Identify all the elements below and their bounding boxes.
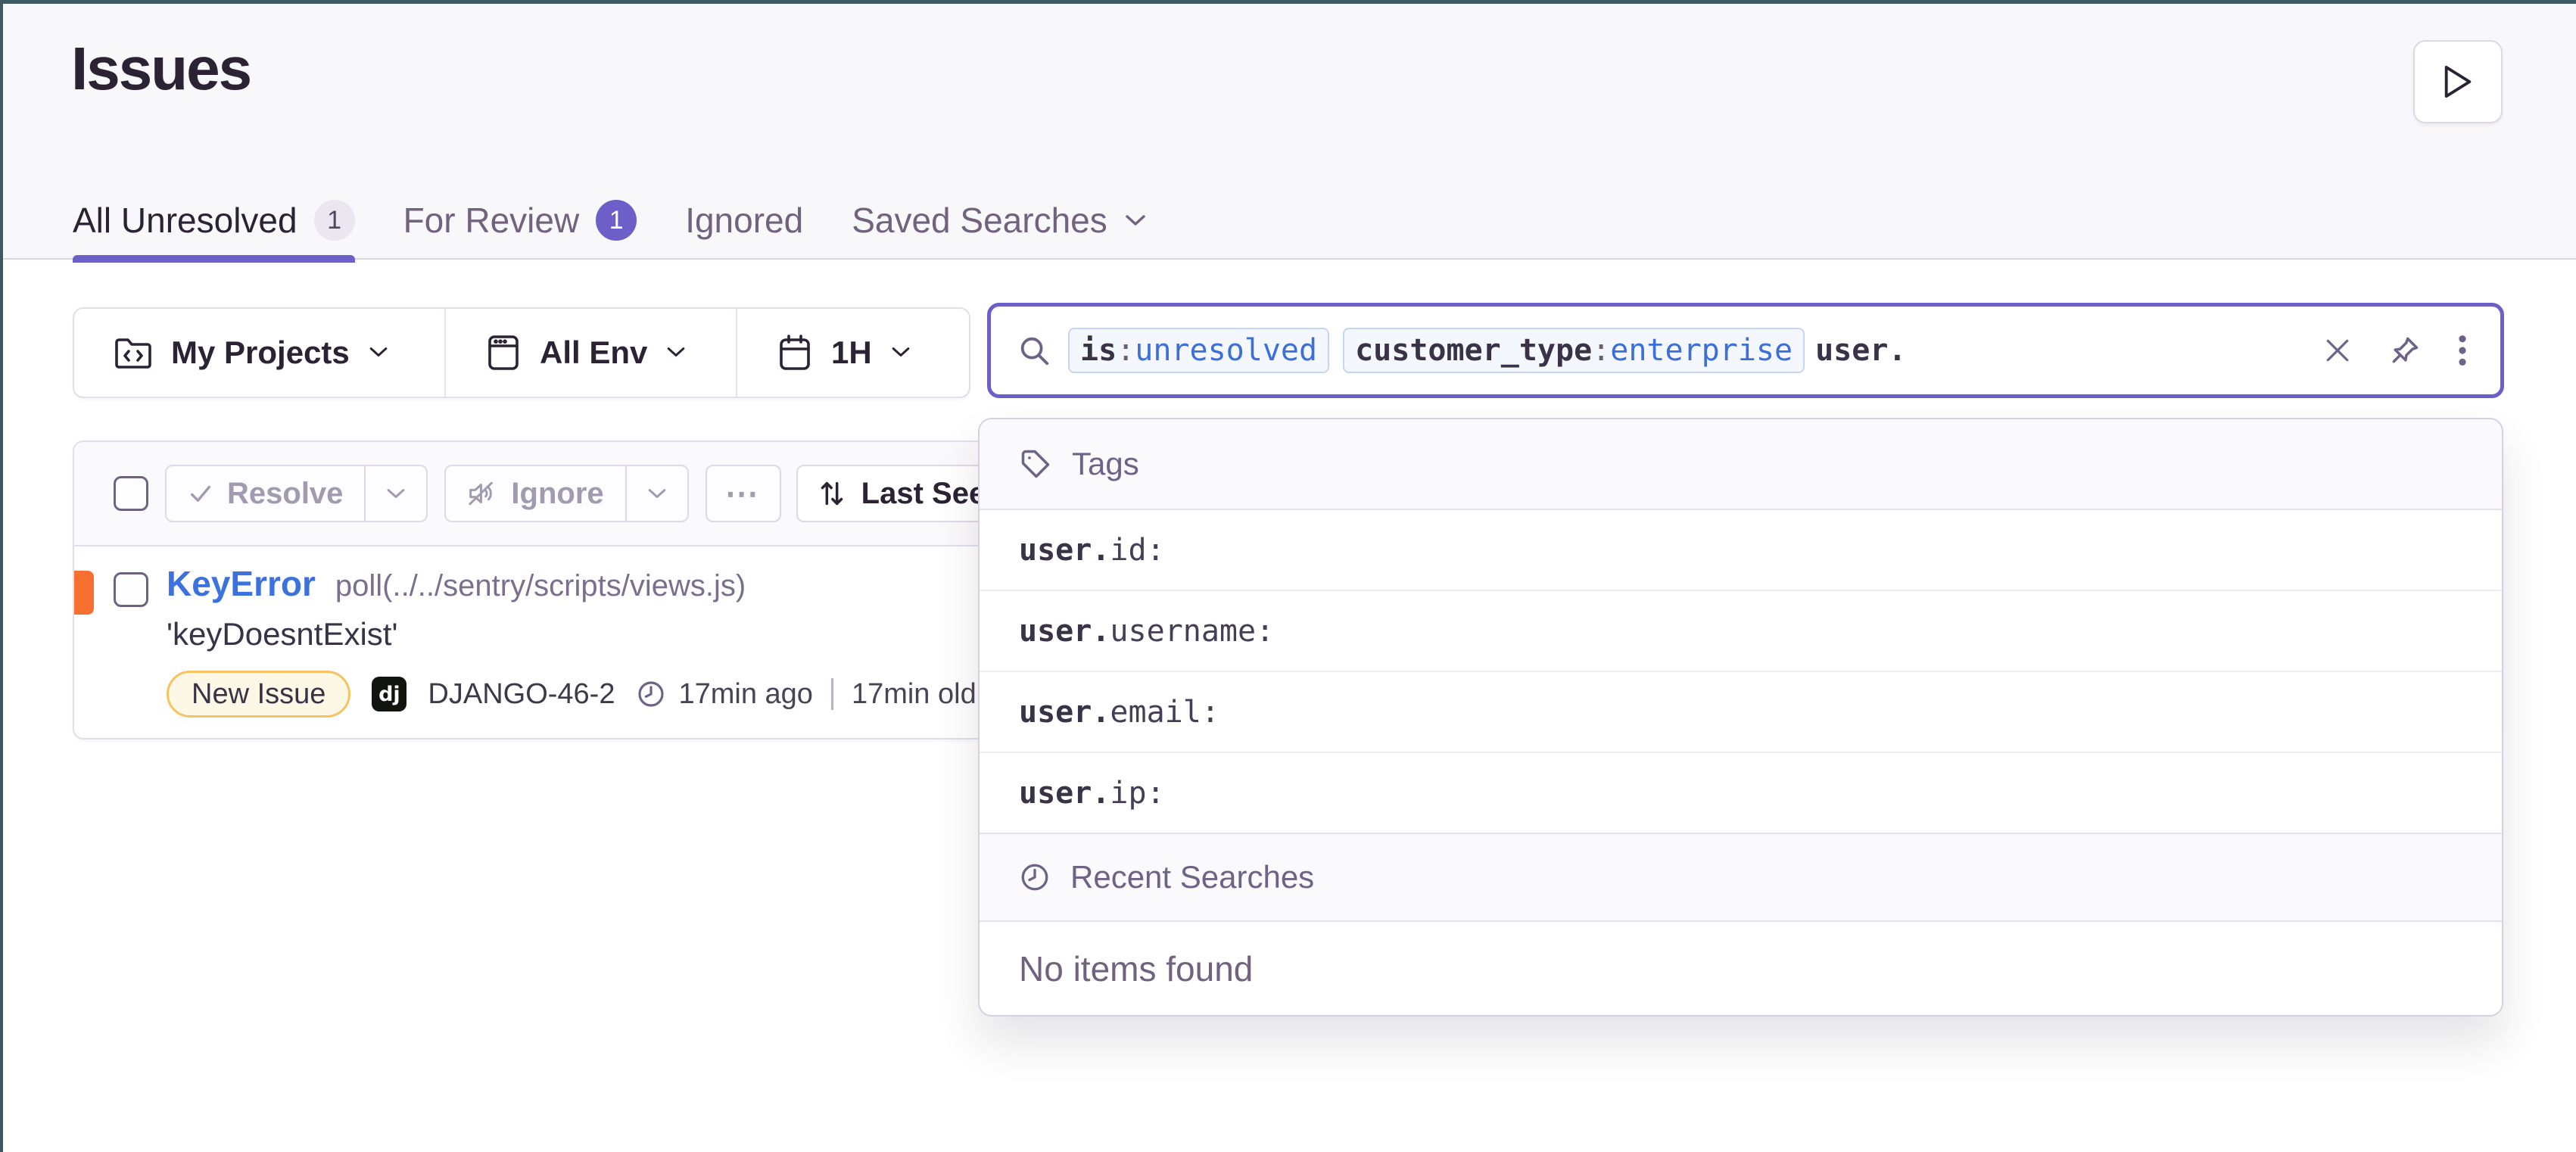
recent-searches-title: Recent Searches <box>1070 859 1314 895</box>
no-items-found: No items found <box>980 922 2502 1015</box>
tab-label: Ignored <box>685 200 803 241</box>
kebab-menu-icon[interactable] <box>2458 333 2467 368</box>
search-actions <box>2323 333 2467 368</box>
suggestion-user-username[interactable]: user.username: <box>980 591 2502 672</box>
token-key: is <box>1080 333 1117 368</box>
search-typed-text[interactable]: user. <box>1815 333 1906 368</box>
pin-search-icon[interactable] <box>2388 334 2422 367</box>
mute-icon <box>467 480 497 507</box>
tab-for-review[interactable]: For Review 1 <box>403 178 637 263</box>
chevron-down-icon <box>890 345 913 360</box>
search-token-list: is:unresolved customer_type:enterprise <box>1068 328 1805 373</box>
suggestion-rest: email: <box>1110 695 1219 730</box>
suggestion-user-id[interactable]: user.id: <box>980 510 2502 591</box>
tab-saved-searches[interactable]: Saved Searches <box>852 178 1147 263</box>
play-icon <box>2441 63 2475 101</box>
search-icon <box>1017 333 1051 368</box>
issue-message: 'keyDoesntExist' <box>167 616 977 652</box>
window-edge-left <box>0 0 3 1152</box>
resolve-button[interactable]: Resolve <box>165 465 366 522</box>
ignore-button-group: Ignore <box>444 465 688 522</box>
calendar-icon <box>777 333 813 372</box>
sort-arrows-icon <box>818 478 846 509</box>
token-key: customer_type <box>1355 333 1592 368</box>
clock-icon <box>636 679 666 709</box>
resolve-button-group: Resolve <box>165 465 428 522</box>
resolve-dropdown-button[interactable] <box>366 465 428 522</box>
page-filter-bar: My Projects All Env <box>73 307 970 398</box>
token-separator: : <box>1592 333 1610 368</box>
page-header: Issues All Unresolved 1 For Review 1 Ign… <box>0 4 2576 260</box>
new-issue-badge: New Issue <box>167 671 350 718</box>
chevron-down-icon <box>368 345 391 360</box>
token-separator: : <box>1117 333 1135 368</box>
issues-page: Issues All Unresolved 1 For Review 1 Ign… <box>0 0 2576 1152</box>
environment-icon <box>485 333 522 372</box>
suggestion-typed: user. <box>1019 776 1110 811</box>
chevron-down-icon <box>665 345 688 360</box>
issue-meta: New Issue dj DJANGO-46-2 17min ago 17min… <box>167 671 977 718</box>
check-icon <box>188 481 213 506</box>
django-project-icon: dj <box>372 677 406 711</box>
divider <box>831 678 833 710</box>
tag-icon <box>1019 447 1052 481</box>
issue-search-bar[interactable]: is:unresolved customer_type:enterprise u… <box>987 303 2504 398</box>
suggestion-user-ip[interactable]: user.ip: <box>980 753 2502 834</box>
issue-level-indicator <box>74 571 94 615</box>
project-filter[interactable]: My Projects <box>74 309 444 397</box>
issue-content: KeyError poll(../../sentry/scripts/views… <box>167 563 977 718</box>
more-actions-button[interactable]: ⋯ <box>706 465 781 522</box>
tab-label: Saved Searches <box>852 200 1107 241</box>
select-all-checkbox[interactable] <box>114 476 148 511</box>
clock-icon <box>1019 861 1051 893</box>
ignore-dropdown-button[interactable] <box>627 465 689 522</box>
search-token-customer-type[interactable]: customer_type:enterprise <box>1343 328 1805 373</box>
suggestion-typed: user. <box>1019 695 1110 730</box>
tab-badge: 1 <box>596 200 637 241</box>
projects-icon <box>114 335 153 371</box>
search-token-is-unresolved[interactable]: is:unresolved <box>1068 328 1329 373</box>
tags-section-title: Tags <box>1072 446 1139 482</box>
tags-section-header: Tags <box>980 419 2502 510</box>
suggestion-user-email[interactable]: user.email: <box>980 672 2502 753</box>
issue-times: 17min ago 17min old <box>636 678 976 711</box>
project-filter-label: My Projects <box>171 335 350 371</box>
chevron-down-icon <box>1124 213 1147 228</box>
tab-badge: 1 <box>314 200 355 241</box>
tab-all-unresolved[interactable]: All Unresolved 1 <box>73 178 355 263</box>
window-edge-top <box>0 0 2576 4</box>
environment-filter-label: All Env <box>540 335 647 371</box>
recent-searches-header: Recent Searches <box>980 833 2502 922</box>
tab-ignored[interactable]: Ignored <box>685 178 803 263</box>
replay-tour-button[interactable] <box>2413 40 2503 123</box>
issue-tabs: All Unresolved 1 For Review 1 Ignored Sa… <box>73 178 1195 263</box>
clear-search-icon[interactable] <box>2323 336 2352 365</box>
tab-label: For Review <box>403 200 580 241</box>
suggestion-rest: ip: <box>1110 776 1164 811</box>
issue-title-link[interactable]: KeyError <box>167 563 316 604</box>
ignore-label: Ignore <box>511 477 603 511</box>
suggestion-typed: user. <box>1019 614 1110 649</box>
time-range-filter-label: 1H <box>831 335 872 371</box>
token-value: unresolved <box>1135 333 1317 368</box>
environment-filter[interactable]: All Env <box>444 309 736 397</box>
issue-checkbox[interactable] <box>114 572 148 607</box>
resolve-label: Resolve <box>227 477 343 511</box>
suggestion-rest: username: <box>1110 614 1274 649</box>
suggestion-rest: id: <box>1110 533 1164 568</box>
search-autocomplete-dropdown: Tags user.id: user.username: user.email:… <box>978 418 2503 1017</box>
issue-culprit: poll(../../sentry/scripts/views.js) <box>335 569 746 603</box>
tab-label: All Unresolved <box>73 200 297 241</box>
issue-short-id: DJANGO-46-2 <box>428 678 615 711</box>
ignore-button[interactable]: Ignore <box>444 465 626 522</box>
token-value: enterprise <box>1610 333 1793 368</box>
time-range-filter[interactable]: 1H <box>736 309 969 397</box>
suggestion-typed: user. <box>1019 533 1110 568</box>
issue-last-seen: 17min ago <box>678 678 812 711</box>
page-title: Issues <box>71 34 251 104</box>
issue-age: 17min old <box>852 678 977 711</box>
